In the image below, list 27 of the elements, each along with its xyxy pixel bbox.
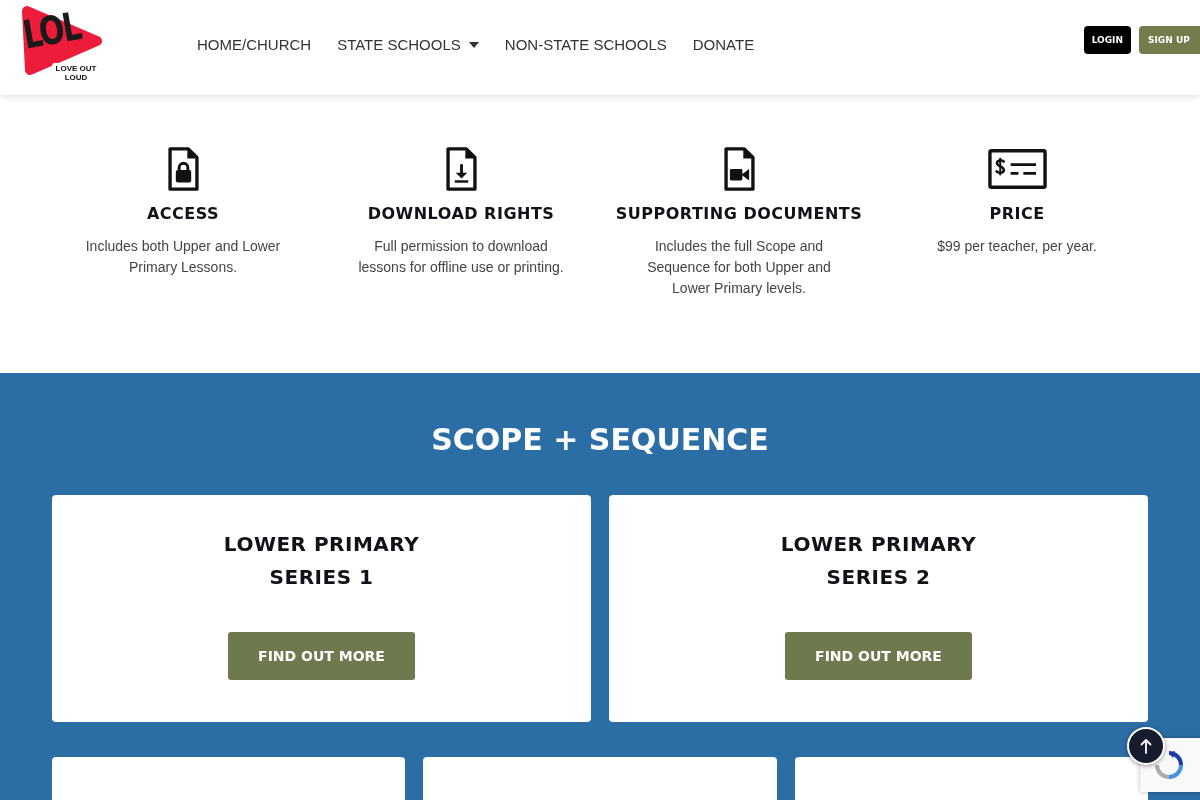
nav-link[interactable]: NON-STATE SCHOOLS [504, 36, 667, 54]
circular-arrows-icon [1154, 750, 1184, 780]
feature-description: Full permission to download lessons for offline use or printing. [357, 237, 565, 277]
feature-title: SUPPORTING DOCUMENTS [615, 203, 863, 225]
nav-link[interactable]: DONATE [692, 36, 755, 54]
card-title: LOWER PRIMARY SERIES 1 [222, 531, 421, 591]
find-out-more-button[interactable]: FIND OUT MORE [228, 632, 415, 680]
feature-description: $99 per teacher, per year. [937, 237, 1097, 256]
sign-up-button[interactable]: SIGN UP [1139, 26, 1200, 54]
video-file-icon [721, 145, 757, 193]
download-file-icon [443, 145, 479, 193]
section-title: SCOPE + SEQUENCE [431, 422, 769, 458]
card-title: LOWER PRIMARY SERIES 2 [779, 531, 978, 591]
logo-text[interactable]: LOL [20, 10, 82, 52]
feature-description: Includes both Upper and Lower Primary Lessons. [84, 237, 282, 277]
feature-title: PRICE [989, 203, 1045, 225]
feature-title: DOWNLOAD RIGHTS [367, 203, 555, 225]
nav-link[interactable]: STATE SCHOOLS [337, 36, 479, 54]
locked-file-icon [165, 145, 201, 193]
feature-title: ACCESS [146, 203, 220, 225]
arrow-up-icon [1140, 738, 1152, 754]
feature-description: Includes the full Scope and Sequence for both Upper and Lower Primary levels. [646, 237, 832, 298]
money-check-icon [987, 149, 1047, 189]
logo-tagline: LOVE OUT LOUD [52, 63, 100, 83]
nav-link[interactable]: HOME/CHURCH [197, 36, 312, 54]
login-button[interactable]: LOGIN [1083, 26, 1131, 54]
find-out-more-button[interactable]: FIND OUT MORE [785, 632, 972, 680]
